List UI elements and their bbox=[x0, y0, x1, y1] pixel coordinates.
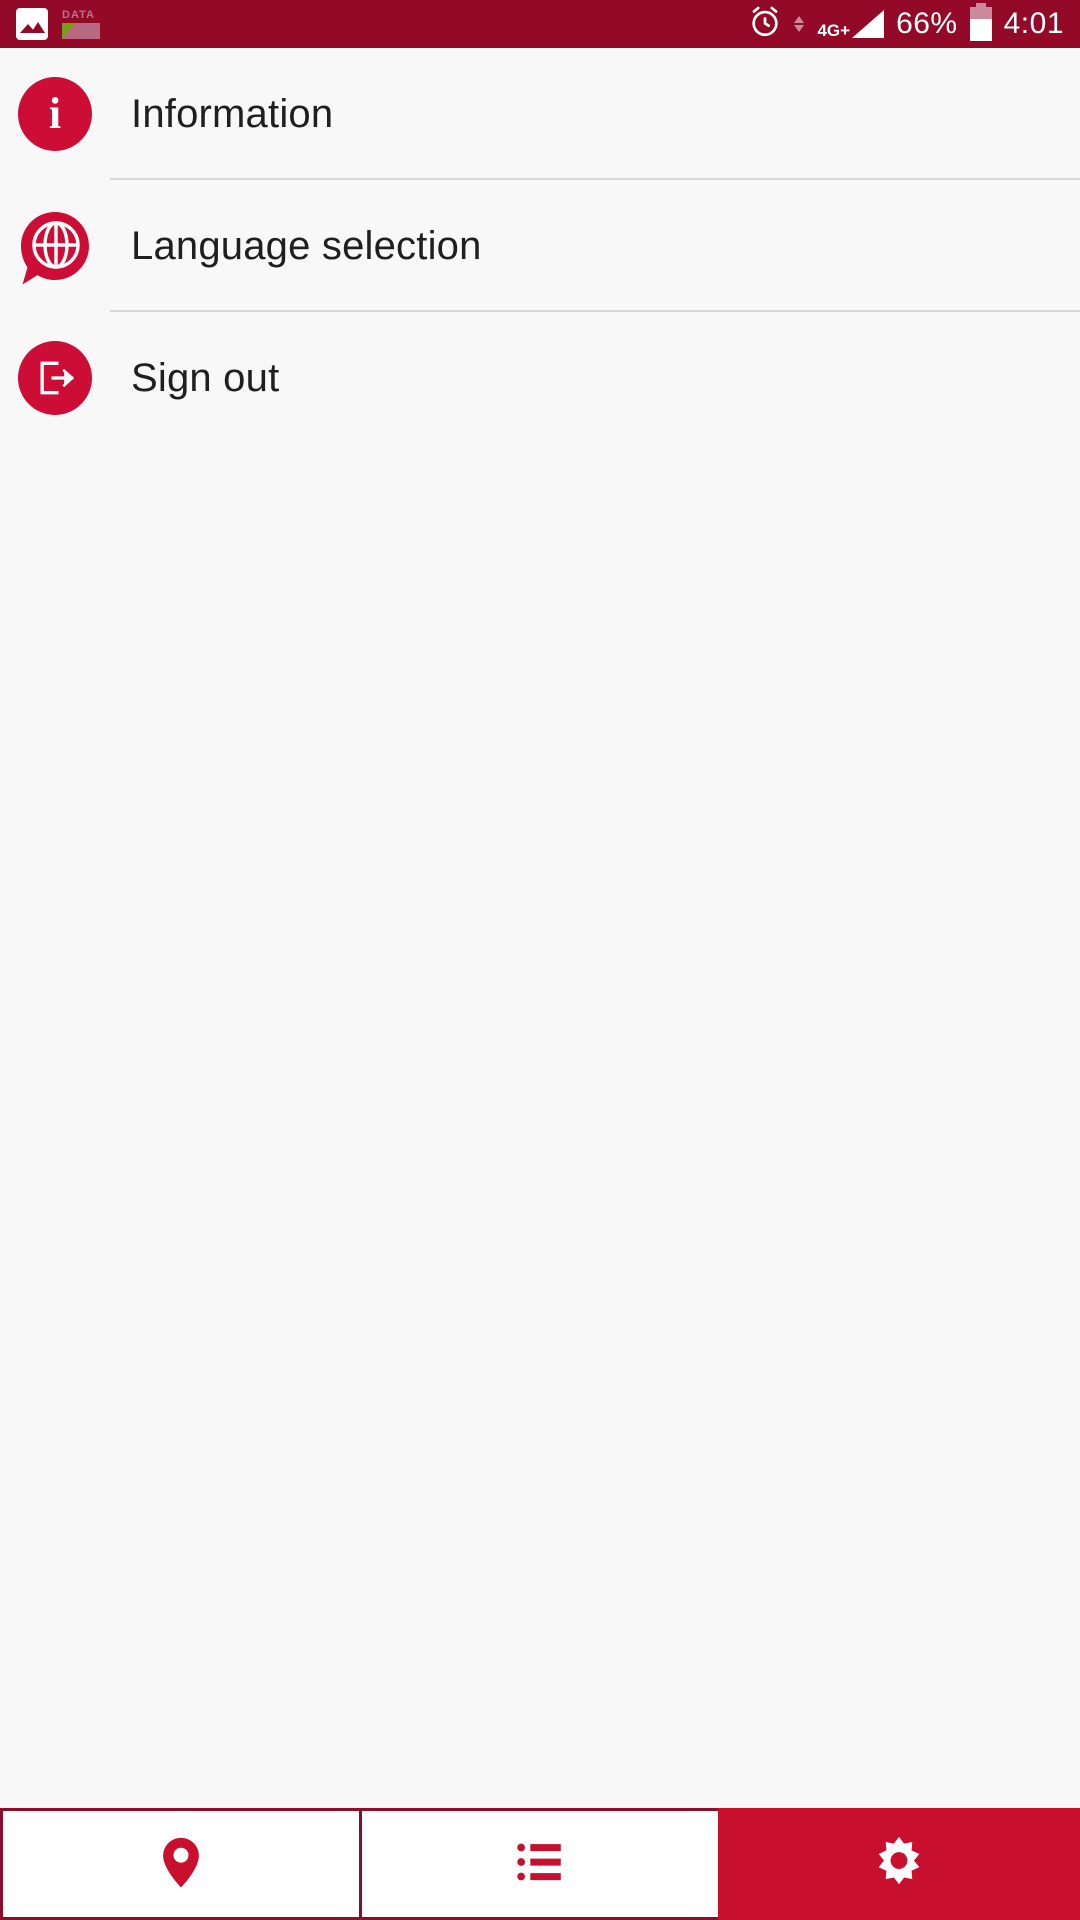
settings-menu-list: i Information Language selection Sign ou… bbox=[0, 48, 1080, 1808]
list-icon bbox=[511, 1833, 569, 1896]
status-bar: DATA 4G+ 66% 4:01 bbox=[0, 0, 1080, 48]
data-usage-bar bbox=[62, 23, 100, 39]
clock-label: 4:01 bbox=[1003, 7, 1064, 40]
alarm-clock-icon bbox=[748, 5, 782, 44]
gallery-icon bbox=[16, 8, 48, 40]
menu-item-information-label: Information bbox=[131, 91, 334, 136]
nav-tab-list[interactable] bbox=[359, 1808, 718, 1920]
menu-item-sign-out-label: Sign out bbox=[131, 355, 280, 400]
gear-icon bbox=[870, 1833, 928, 1896]
bottom-navigation-bar bbox=[0, 1808, 1080, 1920]
status-bar-right: 4G+ 66% 4:01 bbox=[748, 3, 1064, 44]
signal-bars-icon bbox=[852, 10, 885, 38]
menu-item-information[interactable]: i Information bbox=[0, 48, 1080, 180]
signal-indicator: 4G+ bbox=[817, 10, 885, 40]
battery-icon bbox=[969, 3, 992, 41]
map-pin-icon bbox=[152, 1833, 210, 1896]
menu-item-language-selection-label: Language selection bbox=[131, 223, 482, 268]
battery-percent-label: 66% bbox=[896, 7, 958, 40]
nav-tab-settings[interactable] bbox=[718, 1808, 1080, 1920]
data-transfer-arrows-icon bbox=[794, 16, 805, 32]
sign-out-icon bbox=[18, 341, 92, 415]
nav-tab-map[interactable] bbox=[0, 1808, 359, 1920]
status-bar-left: DATA bbox=[16, 6, 100, 42]
info-circle-icon: i bbox=[18, 77, 92, 151]
network-type-label: 4G+ bbox=[817, 21, 851, 40]
menu-item-language-selection[interactable]: Language selection bbox=[0, 180, 1080, 312]
menu-item-sign-out[interactable]: Sign out bbox=[0, 312, 1080, 444]
data-usage-label: DATA bbox=[62, 9, 95, 21]
data-usage-widget: DATA bbox=[62, 6, 100, 42]
globe-speech-bubble-icon bbox=[18, 209, 92, 285]
